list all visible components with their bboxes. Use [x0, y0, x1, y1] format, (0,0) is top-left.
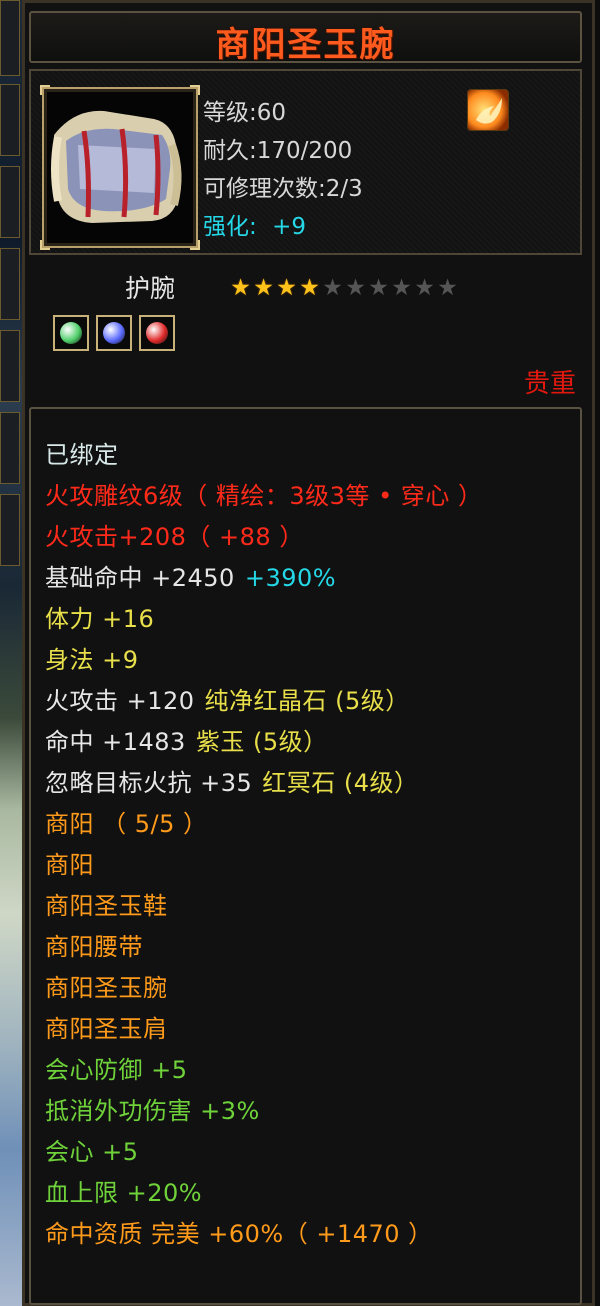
attribute-extra: 紫玉 (5级）	[195, 728, 328, 756]
attribute-text: 命中资质 完美 +60%（ +1470 ）	[45, 1220, 433, 1248]
item-header: 等级:60 耐久:170/200 可修理次数:2/3 强化: +9	[29, 69, 582, 255]
strengthen-value: +9	[272, 214, 306, 240]
attribute-line: 身法 +9	[45, 640, 139, 675]
star-empty-icon: ★	[345, 275, 366, 301]
attribute-text: 商阳圣玉腕	[45, 974, 168, 1002]
attribute-line: 忽略目标火抗 +35 红冥石 (4级）	[45, 763, 419, 798]
attribute-extra: 纯净红晶石 (5级）	[204, 687, 410, 715]
attribute-text: 商阳 （ 5/5 ）	[45, 810, 208, 838]
attribute-extra: +390%	[244, 564, 337, 592]
attribute-line: 基础命中 +2450 +390%	[45, 558, 336, 593]
gem-stone	[146, 322, 168, 344]
item-rarity: 贵重	[523, 369, 576, 399]
attribute-text: 会心防御 +5	[45, 1056, 188, 1084]
item-attributes: 已绑定火攻雕纹6级（ 精绘：3级3等 • 穿心 ） 火攻击+208（ +88 ） 基…	[29, 407, 582, 1305]
attribute-line: 商阳	[45, 845, 94, 880]
hud-slot	[0, 84, 20, 156]
attribute-line: 体力 +16	[45, 599, 154, 634]
hud-slot	[0, 248, 20, 320]
attribute-text: 命中 +1483	[45, 728, 186, 756]
attribute-text: 商阳圣玉肩	[45, 1015, 168, 1043]
star-empty-icon: ★	[414, 275, 435, 301]
hud-slot	[0, 494, 20, 566]
star-filled-icon: ★	[276, 275, 297, 301]
attribute-text: 基础命中 +2450	[45, 564, 235, 592]
star-filled-icon: ★	[230, 275, 251, 301]
star-filled-icon: ★	[299, 275, 320, 301]
attribute-text: 忽略目标火抗 +35	[45, 769, 253, 797]
attribute-line: 会心 +5	[45, 1132, 139, 1167]
game-background-strip	[0, 0, 22, 1306]
attribute-text: 抵消外功伤害 +3%	[45, 1097, 260, 1125]
attribute-text: 火攻击+208（ +88 ）	[45, 523, 304, 551]
star-empty-icon: ★	[322, 275, 343, 301]
star-rating: ★ ★ ★ ★ ★ ★ ★ ★ ★ ★	[229, 275, 459, 301]
attribute-text: 血上限 +20%	[45, 1179, 203, 1207]
attribute-text: 身法 +9	[45, 646, 139, 674]
hud-slot	[0, 412, 20, 484]
attribute-text: 商阳圣玉鞋	[45, 892, 168, 920]
armguard-icon	[51, 110, 182, 223]
attribute-line: 抵消外功伤害 +3%	[45, 1091, 260, 1126]
attribute-line: 商阳圣玉肩	[45, 1009, 168, 1044]
attribute-text: 会心 +5	[45, 1138, 139, 1166]
attribute-text: 火攻击 +120	[45, 687, 195, 715]
slot-row: 护腕 ★ ★ ★ ★ ★ ★ ★ ★ ★ ★ 贵重	[29, 259, 582, 399]
attribute-extra: 红冥石 (4级）	[262, 769, 419, 797]
gem-sockets	[53, 315, 182, 355]
item-durability: 耐久:170/200	[203, 138, 353, 164]
gem-stone	[103, 322, 125, 344]
attribute-line: 商阳腰带	[45, 927, 143, 962]
hud-slot	[0, 0, 20, 76]
hud-slot	[0, 166, 20, 238]
item-tooltip-panel: 商阳圣玉腕 等级:60 耐久:170/200 可修理次数:2/3 强化: +9	[22, 0, 595, 1306]
attribute-text: 商阳腰带	[45, 933, 143, 961]
attribute-line: 商阳圣玉腕	[45, 968, 168, 1003]
gem-stone	[60, 322, 82, 344]
attribute-line: 商阳圣玉鞋	[45, 886, 168, 921]
gem-green-icon	[53, 315, 89, 351]
star-empty-icon: ★	[437, 275, 458, 301]
fire-element-icon	[467, 89, 509, 131]
item-name: 商阳圣玉腕	[215, 25, 396, 65]
item-strengthen: 强化: +9	[203, 207, 306, 241]
attribute-line: 血上限 +20%	[45, 1173, 202, 1208]
star-empty-icon: ★	[391, 275, 412, 301]
equip-slot-label: 护腕	[125, 274, 176, 303]
attribute-line: 火攻击+208（ +88 ）	[45, 517, 304, 552]
item-level: 等级:60	[203, 100, 287, 126]
attribute-line: 商阳 （ 5/5 ）	[45, 804, 208, 839]
attribute-line: 命中 +1483 紫玉 (5级）	[45, 722, 328, 757]
attribute-line: 火攻雕纹6级（ 精绘：3级3等 • 穿心 ）	[45, 476, 482, 511]
gem-red-icon	[139, 315, 175, 351]
attribute-line: 火攻击 +120 纯净红晶石 (5级）	[45, 681, 410, 716]
item-repair-count: 可修理次数:2/3	[203, 176, 363, 202]
star-empty-icon: ★	[368, 275, 389, 301]
attribute-line: 命中资质 完美 +60%（ +1470 ）	[45, 1214, 433, 1249]
strengthen-label: 强化:	[203, 214, 257, 240]
attribute-text: 体力 +16	[45, 605, 155, 633]
star-filled-icon: ★	[253, 275, 274, 301]
attribute-text: 商阳	[45, 851, 94, 879]
attribute-text: 已绑定	[45, 441, 119, 469]
item-icon-frame	[40, 85, 200, 250]
attribute-line: 已绑定	[45, 435, 119, 470]
gem-blue-icon	[96, 315, 132, 351]
attribute-line: 会心防御 +5	[45, 1050, 188, 1085]
hud-slot	[0, 330, 20, 402]
attribute-text: 火攻雕纹6级（ 精绘：3级3等 • 穿心 ）	[45, 482, 483, 510]
tooltip-titlebar: 商阳圣玉腕	[29, 11, 582, 65]
